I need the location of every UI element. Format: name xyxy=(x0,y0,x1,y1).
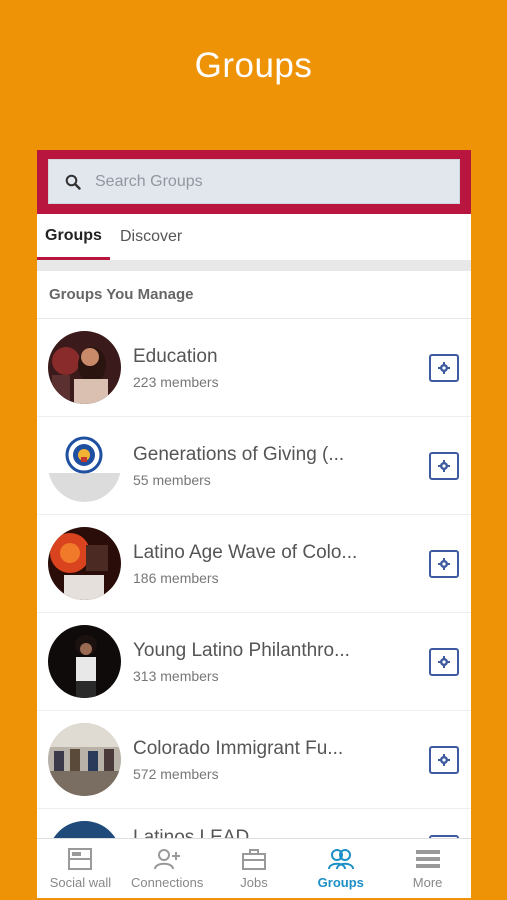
add-connection-icon xyxy=(154,849,181,870)
group-member-count: 313 members xyxy=(133,667,219,684)
nav-groups[interactable]: Groups xyxy=(297,839,384,898)
gear-icon xyxy=(438,459,450,472)
tab-groups[interactable]: Groups xyxy=(37,214,110,260)
nav-more[interactable]: More xyxy=(384,839,471,898)
search-icon xyxy=(65,174,81,190)
search-bar: Search Groups xyxy=(37,150,471,214)
group-avatar xyxy=(48,625,121,698)
list-item[interactable]: Young Latino Philanthro... 313 members xyxy=(37,613,471,711)
gear-icon xyxy=(438,557,450,570)
nav-connections[interactable]: Connections xyxy=(124,839,211,898)
group-member-count: 223 members xyxy=(133,373,219,390)
group-settings-button[interactable] xyxy=(429,647,459,676)
list-item[interactable]: Education 223 members xyxy=(37,319,471,417)
nav-label: Groups xyxy=(317,875,364,890)
tab-bar: Groups Discover xyxy=(37,214,471,260)
divider xyxy=(37,260,471,271)
group-avatar xyxy=(48,723,121,796)
groups-icon xyxy=(327,849,354,870)
menu-icon xyxy=(415,850,440,868)
group-avatar xyxy=(48,331,121,404)
group-name: Latino Age Wave of Colo... xyxy=(133,541,358,563)
nav-label: Jobs xyxy=(240,875,268,890)
group-avatar xyxy=(48,527,121,600)
nav-label: Connections xyxy=(131,875,204,890)
search-placeholder: Search Groups xyxy=(95,172,203,190)
groups-panel: Search Groups Groups Discover Groups You… xyxy=(37,150,471,898)
group-settings-button[interactable] xyxy=(429,451,459,480)
group-avatar xyxy=(48,429,121,502)
list-item[interactable]: Colorado Immigrant Fu... 572 members xyxy=(37,711,471,809)
group-member-count: 572 members xyxy=(133,765,219,782)
social-wall-icon xyxy=(68,848,93,870)
gear-icon xyxy=(438,753,450,766)
nav-jobs[interactable]: Jobs xyxy=(211,839,298,898)
nav-label: More xyxy=(412,875,443,890)
nav-label: Social wall xyxy=(49,875,112,890)
page-title: Groups xyxy=(194,46,313,85)
list-item[interactable]: Generations of Giving (... 55 members xyxy=(37,417,471,515)
group-settings-button[interactable] xyxy=(429,353,459,382)
bottom-nav: Social wall Connections Jobs Groups More xyxy=(37,838,471,898)
search-input[interactable]: Search Groups xyxy=(48,159,460,204)
briefcase-icon xyxy=(241,849,266,870)
list-item[interactable]: Latino Age Wave of Colo... 186 members xyxy=(37,515,471,613)
group-member-count: 186 members xyxy=(133,569,219,586)
group-name: Colorado Immigrant Fu... xyxy=(133,737,344,759)
group-name: Generations of Giving (... xyxy=(133,443,345,465)
group-member-count: 55 members xyxy=(133,471,211,488)
nav-social-wall[interactable]: Social wall xyxy=(37,839,124,898)
group-name: Young Latino Philanthro... xyxy=(133,639,350,661)
section-title: Groups You Manage xyxy=(37,271,471,319)
group-name: Education xyxy=(133,345,218,367)
gear-icon xyxy=(438,361,450,374)
gear-icon xyxy=(438,655,450,668)
tab-discover[interactable]: Discover xyxy=(120,214,182,260)
group-settings-button[interactable] xyxy=(429,549,459,578)
group-settings-button[interactable] xyxy=(429,745,459,774)
